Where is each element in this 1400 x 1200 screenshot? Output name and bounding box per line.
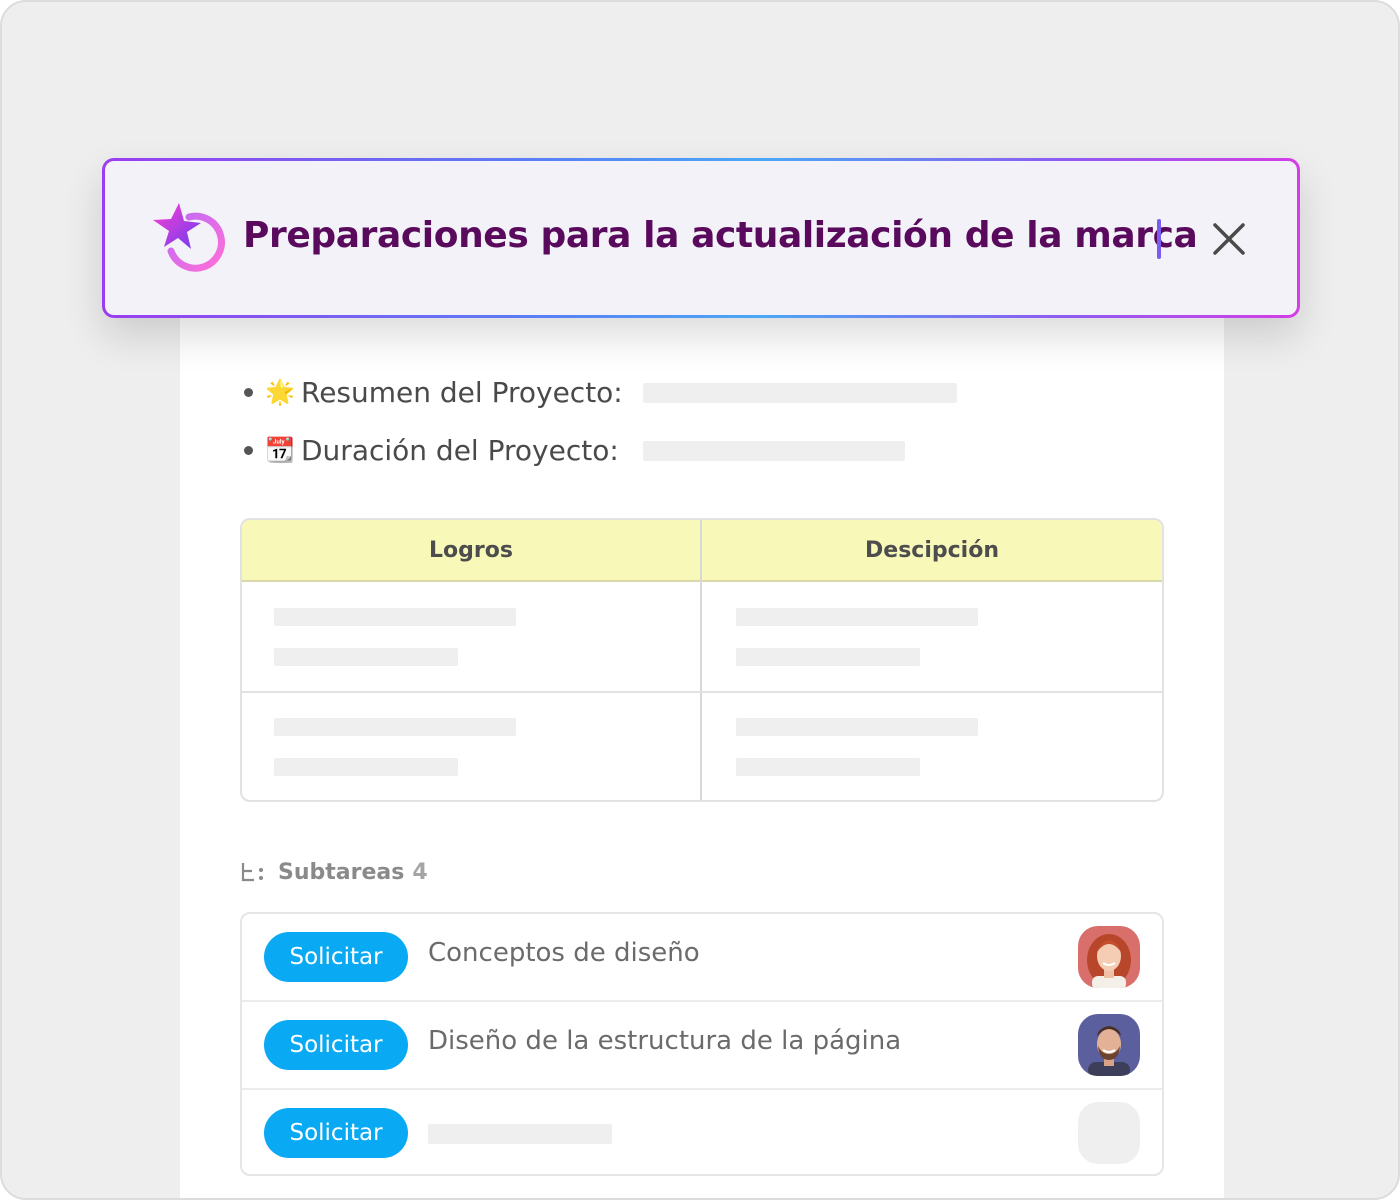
text-cursor: [1157, 219, 1161, 259]
empty-avatar[interactable]: [1078, 1102, 1140, 1164]
table-cell-placeholder[interactable]: [736, 718, 978, 736]
column-divider: [700, 520, 702, 800]
table-cell-placeholder[interactable]: [274, 758, 458, 776]
subtask-row[interactable]: Solicitar Diseño de la estructura de la …: [242, 1002, 1162, 1090]
summary-value-placeholder[interactable]: [643, 383, 957, 403]
table-cell-placeholder[interactable]: [736, 608, 978, 626]
table-header-description: Descipción: [865, 538, 999, 563]
woman-redhead-avatar[interactable]: [1078, 926, 1140, 988]
table-cell-placeholder[interactable]: [736, 648, 920, 666]
bullet-dot: [244, 445, 253, 455]
field-project-duration: 📆 Duración del Proyecto:: [244, 430, 619, 470]
row-divider: [242, 691, 1162, 693]
title-bar: Preparaciones para la actualización de l…: [102, 158, 1300, 318]
achievements-table: Logros Descipción: [240, 518, 1164, 802]
page-title: Preparaciones para la actualización de l…: [243, 215, 1198, 256]
sparkle-loop-icon: [153, 203, 225, 272]
field-label-duration: Duración del Proyecto:: [301, 433, 619, 467]
request-button[interactable]: Solicitar: [264, 1108, 408, 1158]
subtasks-count: 4: [412, 859, 428, 885]
subtasks-icon: [241, 863, 263, 882]
subtask-title[interactable]: Conceptos de diseño: [428, 938, 700, 968]
subtasks-label: Subtareas: [278, 859, 405, 885]
request-button[interactable]: Solicitar: [264, 1020, 408, 1070]
bullet-dot: [244, 387, 253, 397]
star-icon: 🌟: [265, 378, 295, 406]
request-button[interactable]: Solicitar: [264, 932, 408, 982]
calendar-icon: 📆: [265, 436, 295, 464]
table-cell-placeholder[interactable]: [274, 718, 516, 736]
table-cell-placeholder[interactable]: [274, 608, 516, 626]
field-label-summary: Resumen del Proyecto:: [301, 375, 623, 409]
man-bearded-avatar[interactable]: [1078, 1014, 1140, 1076]
subtasks-list: Solicitar Conceptos de diseño Solicitar …: [240, 912, 1164, 1176]
table-header: Logros Descipción: [242, 520, 1162, 582]
subtask-title[interactable]: Diseño de la estructura de la página: [428, 1026, 901, 1056]
table-cell-placeholder[interactable]: [736, 758, 920, 776]
subtask-row[interactable]: Solicitar: [242, 1090, 1162, 1174]
subtask-row[interactable]: Solicitar Conceptos de diseño: [242, 914, 1162, 1002]
field-project-summary: 🌟 Resumen del Proyecto:: [244, 372, 623, 412]
table-header-achievements: Logros: [429, 538, 513, 563]
table-cell-placeholder[interactable]: [274, 648, 458, 666]
subtask-title-placeholder[interactable]: [428, 1124, 612, 1144]
title-bar-inner: Preparaciones para la actualización de l…: [105, 161, 1297, 315]
close-icon[interactable]: [1211, 221, 1247, 257]
app-frame: Preparaciones para la actualización de l…: [0, 0, 1400, 1200]
subtasks-header[interactable]: Subtareas 4: [240, 854, 428, 890]
duration-value-placeholder[interactable]: [643, 441, 905, 461]
